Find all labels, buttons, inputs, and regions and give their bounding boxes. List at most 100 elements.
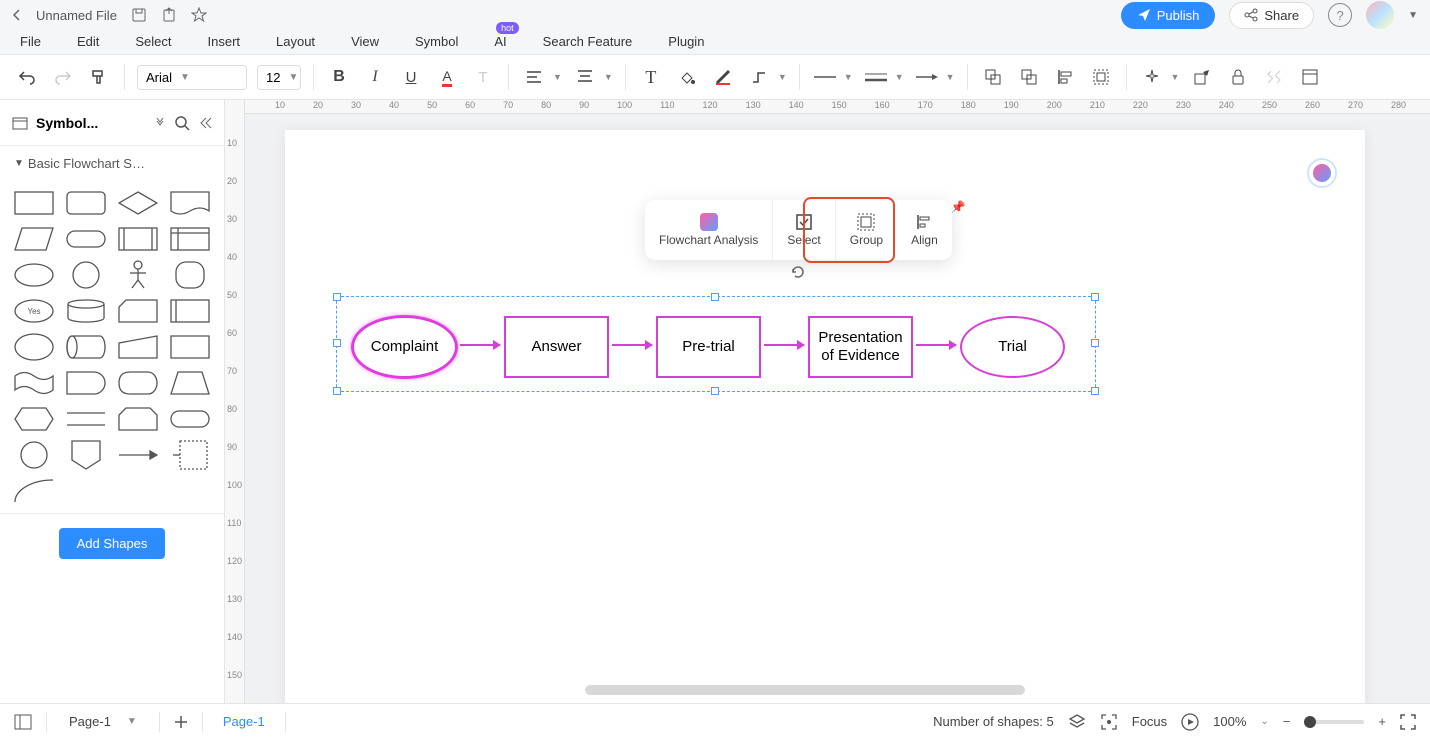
menu-edit[interactable]: Edit: [77, 34, 99, 49]
share-file-icon[interactable]: [161, 7, 177, 23]
font-family-select[interactable]: Arial▼: [137, 65, 247, 90]
connector-icon[interactable]: [746, 64, 772, 90]
focus-label[interactable]: Focus: [1132, 714, 1167, 729]
shape-display2[interactable]: [116, 369, 160, 397]
shape-manual-input[interactable]: [116, 333, 160, 361]
send-back-icon[interactable]: [1016, 64, 1042, 90]
help-icon[interactable]: ?: [1328, 3, 1352, 27]
shape-stored-data[interactable]: [168, 297, 212, 325]
shape-tape[interactable]: [12, 369, 56, 397]
zoom-value[interactable]: 100%: [1213, 714, 1246, 729]
underline-icon[interactable]: U: [398, 64, 424, 90]
refresh-icon[interactable]: [790, 264, 806, 280]
save-icon[interactable]: [131, 7, 147, 23]
align-horizontal-icon[interactable]: [521, 64, 547, 90]
shape-predefined[interactable]: [116, 225, 160, 253]
shape-data[interactable]: [12, 225, 56, 253]
menu-symbol[interactable]: Symbol: [415, 34, 458, 49]
shape-arrow-line[interactable]: [116, 441, 160, 469]
menu-select[interactable]: Select: [135, 34, 171, 49]
ctx-align[interactable]: Align: [897, 200, 952, 260]
align-vertical-icon[interactable]: [572, 64, 598, 90]
shape-connector-circle[interactable]: [12, 441, 56, 469]
line-style-icon[interactable]: [812, 64, 838, 90]
italic-icon[interactable]: I: [362, 64, 388, 90]
undo-icon[interactable]: [14, 64, 40, 90]
shape-database[interactable]: [64, 297, 108, 325]
node-pretrial[interactable]: Pre-trial: [656, 316, 761, 378]
font-size-select[interactable]: 12▼: [257, 65, 301, 90]
shape-loop-limit[interactable]: [116, 405, 160, 433]
shape-annotation[interactable]: [168, 441, 212, 469]
line-color-icon[interactable]: [710, 64, 736, 90]
star-icon[interactable]: [191, 7, 207, 23]
publish-button[interactable]: Publish: [1121, 2, 1216, 29]
shape-circle[interactable]: [64, 261, 108, 289]
font-color-icon[interactable]: A: [434, 64, 460, 90]
line-weight-icon[interactable]: [863, 64, 889, 90]
arrow-4[interactable]: [916, 344, 956, 346]
share-button[interactable]: Share: [1229, 2, 1314, 29]
shape-decision[interactable]: [116, 189, 160, 217]
menu-insert[interactable]: Insert: [208, 34, 241, 49]
shape-ellipse[interactable]: [12, 261, 56, 289]
menu-search-feature[interactable]: Search Feature: [543, 34, 633, 49]
shape-delay[interactable]: [64, 369, 108, 397]
node-answer[interactable]: Answer: [504, 316, 609, 378]
layers-icon[interactable]: [1068, 713, 1086, 731]
menu-ai[interactable]: AI hot: [494, 34, 506, 49]
shape-document[interactable]: [168, 189, 212, 217]
shape-direct-data[interactable]: [64, 333, 108, 361]
zoom-in-icon[interactable]: +: [1378, 714, 1386, 729]
shape-terminator[interactable]: [64, 225, 108, 253]
menu-plugin[interactable]: Plugin: [668, 34, 704, 49]
shape-display[interactable]: [12, 333, 56, 361]
focus-icon[interactable]: [1100, 713, 1118, 731]
menu-file[interactable]: File: [20, 34, 41, 49]
sidebar-expand-icon[interactable]: [154, 117, 166, 129]
fill-color-icon[interactable]: [674, 64, 700, 90]
arrow-1[interactable]: [460, 344, 500, 346]
menu-layout[interactable]: Layout: [276, 34, 315, 49]
shape-manual-op[interactable]: [168, 333, 212, 361]
ctx-flowchart-analysis[interactable]: Flowchart Analysis: [645, 200, 772, 260]
group-icon[interactable]: [1088, 64, 1114, 90]
add-page-icon[interactable]: [174, 715, 188, 729]
shape-trapezoid[interactable]: [168, 369, 212, 397]
add-shapes-button[interactable]: Add Shapes: [59, 528, 166, 559]
shape-internal-storage[interactable]: [168, 225, 212, 253]
back-icon[interactable]: [12, 8, 22, 22]
redo-icon[interactable]: [50, 64, 76, 90]
library-section-title[interactable]: ▼Basic Flowchart S…: [0, 146, 224, 181]
page-select[interactable]: Page-1▼: [61, 710, 145, 733]
page-tab[interactable]: Page-1: [217, 714, 271, 729]
shape-process-rounded[interactable]: [64, 189, 108, 217]
shape-pill[interactable]: [168, 405, 212, 433]
align-objects-icon[interactable]: [1052, 64, 1078, 90]
user-avatar[interactable]: [1366, 1, 1394, 29]
effects-icon[interactable]: [1139, 64, 1165, 90]
bold-icon[interactable]: B: [326, 64, 352, 90]
node-trial[interactable]: Trial: [960, 316, 1065, 378]
collapse-icon[interactable]: [198, 116, 212, 130]
shape-process[interactable]: [12, 189, 56, 217]
arrow-3[interactable]: [764, 344, 804, 346]
text-effects-icon[interactable]: T: [470, 64, 496, 90]
search-icon[interactable]: [174, 115, 190, 131]
lock-icon[interactable]: [1225, 64, 1251, 90]
library-icon[interactable]: [12, 115, 28, 131]
ctx-select[interactable]: Select: [773, 200, 834, 260]
pin-icon[interactable]: 📌: [951, 200, 966, 214]
text-tool-icon[interactable]: T: [638, 64, 664, 90]
fullscreen-icon[interactable]: [1400, 714, 1416, 730]
container-icon[interactable]: [1297, 64, 1323, 90]
arrow-style-icon[interactable]: [914, 64, 940, 90]
shape-offpage[interactable]: [64, 441, 108, 469]
shape-parallel[interactable]: [64, 405, 108, 433]
zoom-slider[interactable]: [1304, 720, 1364, 724]
format-painter-icon[interactable]: [86, 64, 112, 90]
shape-preparation[interactable]: [12, 405, 56, 433]
shape-arc[interactable]: [12, 477, 56, 505]
ctx-group[interactable]: Group: [836, 200, 897, 260]
zoom-out-icon[interactable]: −: [1283, 714, 1291, 729]
